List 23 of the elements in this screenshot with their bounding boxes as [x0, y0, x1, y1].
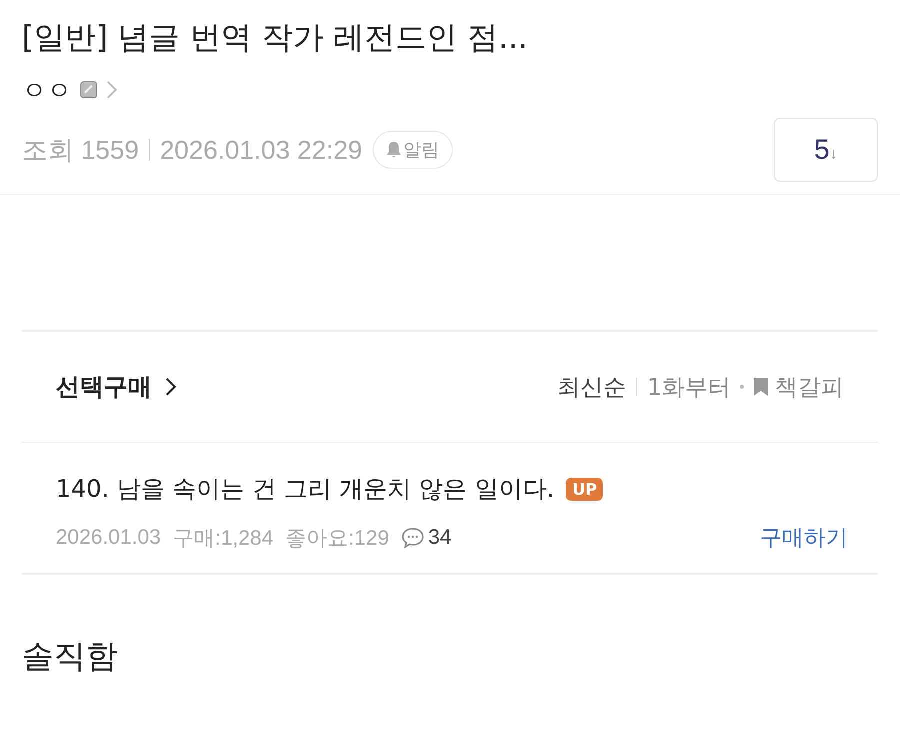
like-count: 좋아요:129 [286, 526, 390, 552]
bookmark-link[interactable]: 책갈피 [753, 372, 844, 402]
sort-option[interactable]: 최신순 [557, 372, 626, 402]
select-purchase-link[interactable]: 선택구매 [56, 371, 178, 403]
bell-icon [386, 141, 402, 159]
member-badge-icon [80, 81, 98, 99]
post-datetime: 2026.01.03 22:29 [160, 134, 362, 166]
chevron-right-icon [164, 376, 178, 398]
purchase-count: 구매:1,284 [173, 526, 274, 552]
comment-icon [401, 527, 426, 549]
comment-jump-button[interactable]: 5↓ [774, 118, 878, 182]
post-title: [일반] 념글 번역 작가 레전드인 점... [22, 19, 530, 58]
comment-count: 34 [428, 526, 452, 550]
buy-link[interactable]: 구매하기 [760, 523, 848, 553]
update-badge: UP [566, 478, 604, 500]
episode-date: 2026.01.03 [56, 526, 162, 550]
view-count: 조회 1559 [22, 134, 140, 166]
chevron-right-icon[interactable] [106, 80, 118, 100]
post-body-text: 솔직함 [21, 636, 119, 677]
episode-title[interactable]: 140. 남을 속이는 건 그리 개운치 않은 일이다. [56, 473, 554, 505]
bookmark-icon [753, 377, 769, 397]
sort-option[interactable]: 1화부터 [647, 372, 731, 402]
author-name[interactable]: ㅇㅇ [22, 74, 72, 106]
